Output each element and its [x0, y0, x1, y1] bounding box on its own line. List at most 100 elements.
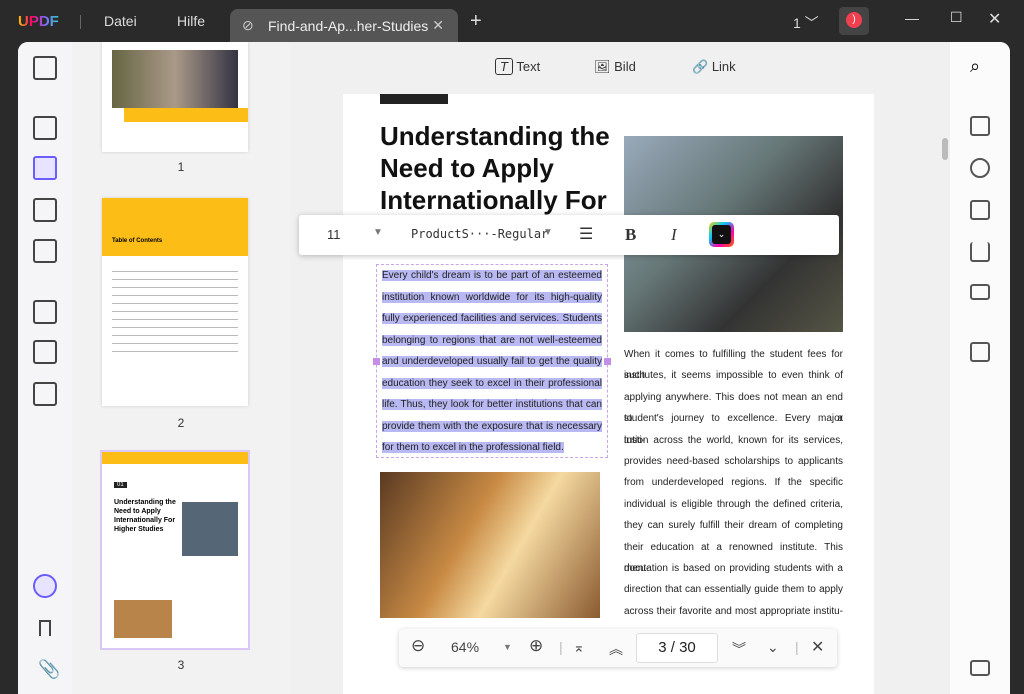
chapter-number: 01: [114, 482, 127, 488]
title-bar: UPDF Datei Hilfe ⊘ Find-and-Ap...her-Stu…: [0, 0, 1024, 42]
text-line: institutes, it seems impossible to even …: [624, 370, 843, 382]
text-line: individual is eligible through the defin…: [624, 498, 843, 510]
chapter-bar: [380, 94, 448, 104]
thumbnail-page-1[interactable]: [102, 42, 248, 152]
organize-pages-icon[interactable]: [33, 300, 57, 324]
edit-pdf-icon[interactable]: [33, 156, 57, 180]
total-pages: 30: [679, 639, 696, 656]
attachment-icon[interactable]: 📎: [38, 659, 60, 680]
chevron-down-icon: ⌄: [712, 225, 731, 244]
first-page-button[interactable]: ⌅: [573, 639, 585, 656]
edit-mode-icon: ⊘: [242, 17, 254, 33]
selected-text-line: Every child's dream is to be part of an …: [377, 265, 607, 287]
selected-text: life. Thus, they look for better institu…: [382, 399, 602, 410]
ocr-icon[interactable]: [970, 116, 990, 136]
close-navigation-button[interactable]: ✕: [811, 637, 824, 657]
highlighter-icon[interactable]: [33, 116, 57, 140]
zoom-level[interactable]: 64%: [451, 639, 479, 655]
yellow-header: [102, 452, 248, 464]
selected-text-line: life. Thus, they look for better institu…: [377, 394, 607, 416]
text-line: applying anywhere. This does not mean an…: [624, 391, 843, 425]
text-line: from underdeveloped regions. If the spec…: [624, 477, 843, 489]
close-window-button[interactable]: ✕: [988, 9, 1001, 29]
zoom-dropdown-icon[interactable]: ▼: [503, 642, 512, 652]
page-separator: /: [670, 639, 675, 656]
page-number-2: 2: [177, 416, 185, 430]
add-link-button[interactable]: 🔗 Link: [692, 59, 736, 75]
divider: |: [559, 639, 563, 655]
font-name-value[interactable]: ProductS···-Regular: [411, 227, 548, 241]
bold-button[interactable]: B: [625, 225, 636, 245]
thumbnail-page-2[interactable]: Table of Contents: [102, 198, 248, 406]
next-page-button[interactable]: ︾: [732, 639, 746, 659]
text-line: When it comes to fulfilling the student …: [624, 349, 843, 382]
selected-text: and underdeveloped usually fail to get t…: [382, 356, 602, 367]
right-column-text[interactable]: When it comes to fulfilling the student …: [624, 344, 843, 622]
font-size-dropdown-icon[interactable]: ▼: [373, 227, 383, 238]
menu-hilfe[interactable]: Hilfe: [177, 13, 205, 29]
text-line: direction that can essentially guide the…: [624, 584, 843, 596]
text-label: Text: [516, 59, 541, 74]
convert-icon[interactable]: [970, 158, 990, 178]
watermark-icon[interactable]: [33, 382, 57, 406]
toc-lines: [112, 264, 238, 354]
page-number-3: 3: [177, 658, 185, 672]
add-image-button[interactable]: 🖼 Bild: [594, 59, 636, 75]
text-line: student's journey to excellence. Every m…: [624, 413, 843, 446]
layers-icon[interactable]: [33, 574, 57, 598]
text-line: mentation is based on providing students…: [624, 562, 843, 574]
image-icon: 🖼: [594, 59, 611, 74]
share-icon[interactable]: [970, 242, 990, 262]
color-picker-button[interactable]: ⌄: [709, 222, 734, 247]
avatar: ): [846, 12, 862, 28]
page-number-input[interactable]: 3 / 30: [636, 633, 718, 663]
divider: |: [795, 639, 799, 655]
comment-icon[interactable]: [970, 660, 990, 676]
maximize-button[interactable]: ☐: [950, 9, 963, 26]
library-image[interactable]: [380, 472, 600, 618]
page-heading[interactable]: Understanding the Need to Apply Internat…: [380, 120, 620, 216]
email-icon[interactable]: [970, 284, 990, 300]
text-icon: T: [495, 58, 513, 75]
close-tab-icon[interactable]: ✕: [432, 17, 444, 34]
zoom-out-button[interactable]: ⊖: [411, 636, 425, 656]
italic-button[interactable]: I: [671, 225, 677, 245]
crop-icon[interactable]: [33, 340, 57, 364]
thumbnail-image: [182, 502, 238, 556]
previous-page-button[interactable]: ︽: [609, 639, 623, 659]
search-icon[interactable]: ⌕: [970, 56, 980, 77]
main-window: 📎 1 Table of Contents 2 01 Understanding…: [18, 42, 1010, 694]
save-icon[interactable]: [970, 342, 990, 362]
link-icon: 🔗: [692, 59, 709, 74]
selected-text: for them to excel in the professional fi…: [382, 442, 564, 453]
scrollbar[interactable]: [942, 138, 948, 160]
menu-datei[interactable]: Datei: [104, 13, 137, 29]
add-text-button[interactable]: T Text: [495, 58, 541, 75]
account-button[interactable]: ): [839, 7, 869, 35]
zoom-in-button[interactable]: ⊕: [529, 636, 543, 656]
selected-text: belonging to regions that are not well-e…: [382, 334, 602, 346]
thumbnail-title: Understanding the Need to Apply Internat…: [114, 499, 176, 533]
document-area: T Text 🖼 Bild 🔗 Link Understanding the N…: [290, 42, 950, 694]
selected-text-box[interactable]: Every child's dream is to be part of an …: [373, 264, 611, 458]
page-indicator-dropdown[interactable]: 1 ﹀: [793, 13, 819, 33]
font-dropdown-icon[interactable]: ▼: [543, 227, 553, 238]
bookmark-icon[interactable]: [39, 620, 51, 636]
selected-text: Every child's dream is to be part of an …: [382, 270, 602, 281]
thumbnail-page-3[interactable]: 01 Understanding the Need to Apply Inter…: [100, 450, 250, 650]
align-icon[interactable]: ☰: [579, 224, 593, 244]
reader-icon[interactable]: [33, 56, 57, 80]
current-page: 3: [658, 639, 667, 656]
new-tab-button[interactable]: +: [470, 10, 482, 33]
document-tab[interactable]: ⊘ Find-and-Ap...her-Studies ✕: [230, 9, 458, 42]
divider: [80, 15, 81, 29]
selected-text-line: and underdeveloped usually fail to get t…: [377, 351, 607, 373]
form-icon[interactable]: [33, 198, 57, 222]
minimize-button[interactable]: —: [905, 10, 919, 26]
sign-icon[interactable]: [33, 239, 57, 263]
pdf-page: Understanding the Need to Apply Internat…: [343, 94, 874, 694]
page-number-1: 1: [177, 160, 185, 174]
last-page-button[interactable]: ⌄: [767, 639, 779, 656]
protect-icon[interactable]: [970, 200, 990, 220]
font-size-value[interactable]: 11: [327, 227, 341, 242]
